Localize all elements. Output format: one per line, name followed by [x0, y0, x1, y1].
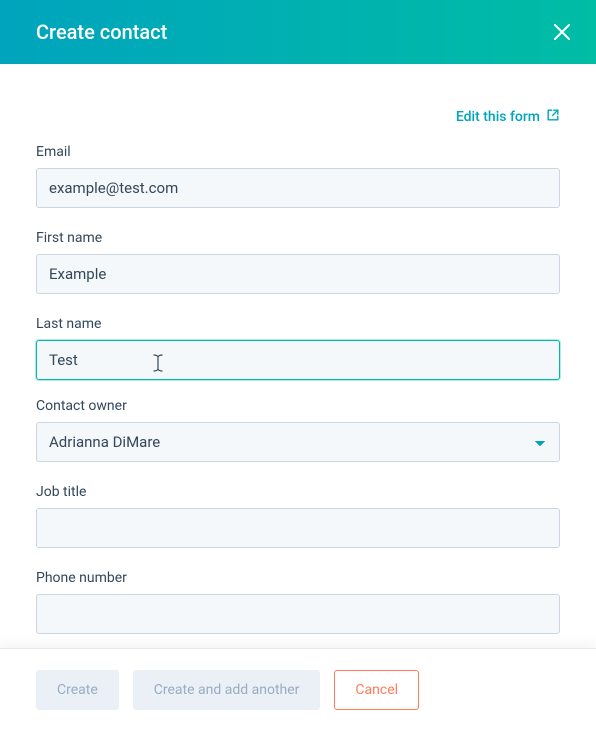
- dialog-footer: Create Create and add another Cancel: [0, 648, 596, 731]
- dialog-body: Edit this form Email First name Last nam…: [0, 64, 596, 656]
- external-link-icon: [546, 108, 560, 126]
- phone-number-field-group: Phone number: [36, 570, 560, 634]
- first-name-input[interactable]: [36, 254, 560, 294]
- edit-form-link-label: Edit this form: [456, 109, 540, 125]
- dialog-header: Create contact: [0, 0, 596, 64]
- create-and-add-another-button[interactable]: Create and add another: [133, 670, 321, 710]
- email-field-group: Email: [36, 144, 560, 208]
- email-input[interactable]: [36, 168, 560, 208]
- job-title-input[interactable]: [36, 508, 560, 548]
- dialog-title: Create contact: [36, 20, 167, 44]
- contact-owner-value: Adrianna DiMare: [49, 433, 160, 451]
- close-icon[interactable]: [550, 20, 574, 44]
- cancel-button[interactable]: Cancel: [334, 670, 419, 710]
- phone-number-input[interactable]: [36, 594, 560, 634]
- create-button[interactable]: Create: [36, 670, 119, 710]
- last-name-field-group: Last name: [36, 316, 560, 380]
- edit-form-row: Edit this form: [36, 106, 560, 126]
- last-name-input[interactable]: [36, 340, 560, 380]
- contact-owner-label: Contact owner: [36, 398, 560, 414]
- phone-number-label: Phone number: [36, 570, 560, 586]
- job-title-label: Job title: [36, 484, 560, 500]
- contact-owner-field-group: Contact owner Adrianna DiMare: [36, 398, 560, 462]
- edit-form-link[interactable]: Edit this form: [456, 108, 560, 126]
- email-label: Email: [36, 144, 560, 160]
- first-name-field-group: First name: [36, 230, 560, 294]
- first-name-label: First name: [36, 230, 560, 246]
- job-title-field-group: Job title: [36, 484, 560, 548]
- last-name-label: Last name: [36, 316, 560, 332]
- contact-owner-select[interactable]: Adrianna DiMare: [36, 422, 560, 462]
